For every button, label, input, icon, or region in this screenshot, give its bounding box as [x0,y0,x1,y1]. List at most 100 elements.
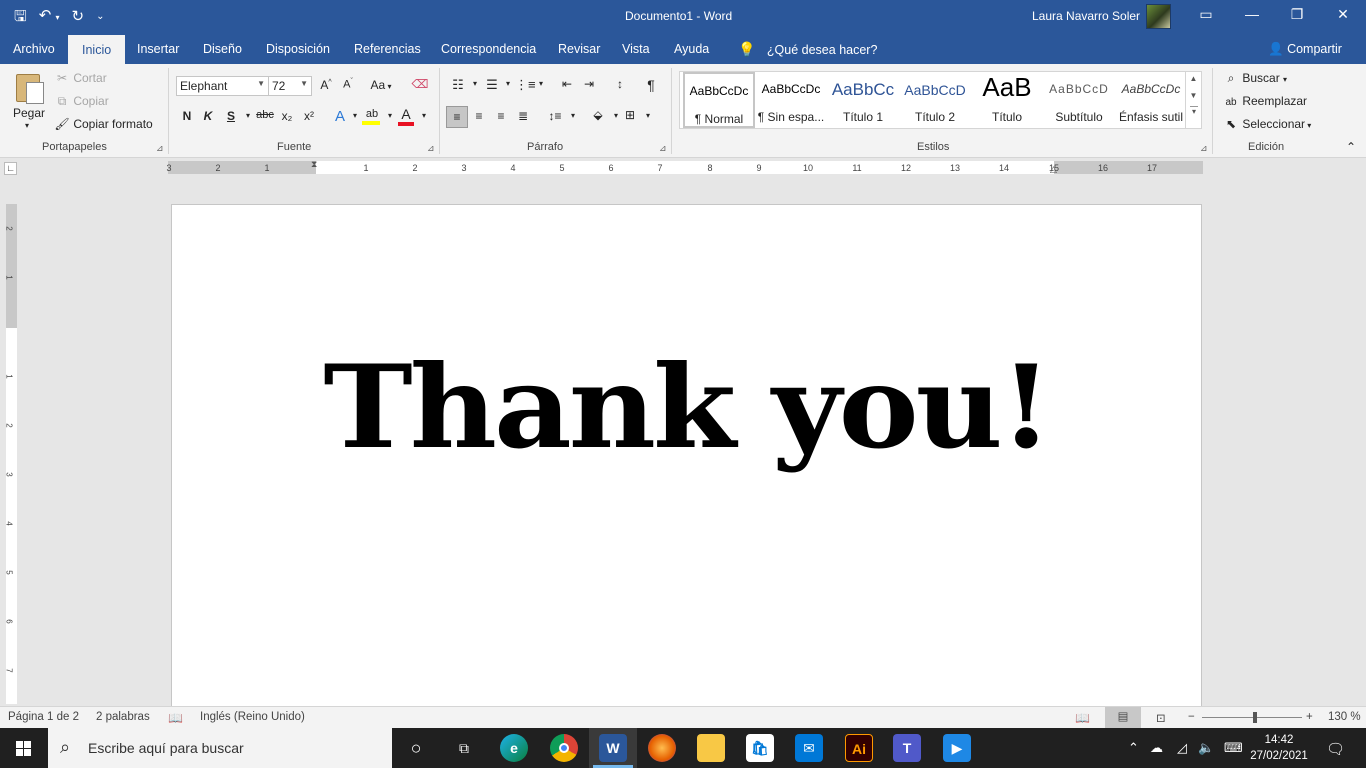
align-left-icon[interactable]: ≡ [446,106,468,128]
paste-icon[interactable] [14,72,46,104]
style-heading-1[interactable]: AaBbCc Título 1 [827,72,899,128]
line-spacing-icon[interactable]: ↕≡ [545,109,565,123]
clipboard-launcher-icon[interactable]: ⊿ [156,143,164,154]
copy-button[interactable]: ⧉ Copiar [54,94,109,109]
grow-font-icon[interactable]: A^ [316,78,336,92]
share-button[interactable]: 👤 Compartir [1268,34,1342,64]
horizontal-ruler[interactable]: 3 2 1 1 2 3 4 5 6 7 8 9 10 11 12 13 14 1… [166,159,1203,174]
style-subtitle[interactable]: AaBbCcD Subtítulo [1043,72,1115,128]
gallery-up-icon[interactable]: ▲ [1186,74,1201,83]
styles-launcher-icon[interactable]: ⊿ [1200,143,1208,154]
justify-icon[interactable]: ≣ [513,109,533,123]
italic-button[interactable]: K [198,109,218,123]
align-center-icon[interactable]: ≡ [469,109,489,123]
gallery-down-icon[interactable]: ▼ [1186,91,1201,100]
teams-icon[interactable]: T [893,734,921,762]
tab-referencias[interactable]: Referencias [352,34,423,64]
ribbon-display-options-icon[interactable]: ▭ [1196,6,1216,23]
close-button[interactable]: ✕ [1333,6,1353,23]
read-mode-icon[interactable]: 📖 [1075,711,1090,725]
format-painter-button[interactable]: 🖌 Copiar formato [54,117,152,131]
zoom-slider[interactable] [1202,717,1302,718]
style-normal[interactable]: AaBbCcDc ¶ Normal [683,72,755,128]
tab-insertar[interactable]: Insertar [135,34,181,64]
multilevel-dropdown-icon[interactable]: ▾ [531,79,551,88]
taskbar-search[interactable]: ⌕ Escribe aquí para buscar [48,728,392,768]
document-body-text[interactable]: Thank you! [172,337,1201,480]
tab-ayuda[interactable]: Ayuda [672,34,711,64]
style-no-spacing[interactable]: AaBbCcDc ¶ Sin espa... [755,72,827,128]
line-spacing-dropdown-icon[interactable]: ▾ [563,111,583,120]
font-color-icon[interactable]: A [396,106,416,126]
indent-marker-icon[interactable]: ⧗ [311,159,317,170]
page-count[interactable]: Página 1 de 2 [8,711,79,723]
web-layout-icon[interactable]: ⊡ [1156,711,1166,725]
increase-indent-icon[interactable]: ⇥ [579,77,599,91]
collapse-ribbon-icon[interactable]: ⌃ [1346,140,1356,154]
avatar[interactable] [1146,4,1171,29]
mail-icon[interactable]: ✉ [795,734,823,762]
word-icon[interactable]: W [599,734,627,762]
font-size-combo[interactable]: 72 ▼ [268,76,312,96]
notifications-icon[interactable]: 🗨 [1326,740,1345,758]
word-count[interactable]: 2 palabras [96,711,150,723]
styles-gallery-scroll[interactable]: ▲ ▼ ▾ [1185,71,1201,129]
file-explorer-icon[interactable] [697,734,725,762]
task-view-icon[interactable]: ⧉ [450,734,478,762]
store-icon[interactable]: 🛍 [746,734,774,762]
show-formatting-marks-icon[interactable]: ¶ [641,77,661,93]
volume-icon[interactable]: 🔈 [1198,740,1214,756]
tab-archivo[interactable]: Archivo [11,34,57,64]
align-right-icon[interactable]: ≡ [491,109,511,123]
select-button[interactable]: ⬉ Seleccionar ▾ [1223,117,1311,131]
onedrive-icon[interactable]: ☁ [1150,740,1163,756]
paste-button[interactable]: Pegar [13,106,45,120]
style-heading-2[interactable]: AaBbCcD Título 2 [899,72,971,128]
tab-vista[interactable]: Vista [620,34,652,64]
chrome-icon[interactable] [550,734,578,762]
shrink-font-icon[interactable]: Aˇ [338,78,358,91]
borders-dropdown-icon[interactable]: ▾ [638,111,658,120]
tab-disposicion[interactable]: Disposición [264,34,332,64]
strikethrough-button[interactable]: abc [253,109,277,121]
tab-correspondencia[interactable]: Correspondencia [439,34,538,64]
gallery-more-icon[interactable]: ▾ [1190,106,1198,116]
paragraph-launcher-icon[interactable]: ⊿ [659,143,667,154]
minimize-button[interactable]: — [1242,6,1262,22]
subscript-button[interactable]: x₂ [277,109,297,123]
network-icon[interactable]: ◿ [1177,740,1187,756]
font-name-combo[interactable]: Elephant ▼ [176,76,269,96]
borders-icon[interactable]: ⊞ [620,108,640,122]
illustrator-icon[interactable]: Ai [845,734,873,762]
keyboard-icon[interactable]: ⌨ [1224,740,1243,756]
change-case-button[interactable]: Aa ▾ [368,78,394,92]
zoom-out-icon[interactable]: − [1188,711,1195,723]
print-layout-icon[interactable]: ▤ [1105,707,1141,728]
tell-me-search[interactable]: 💡 ¿Qué desea hacer? [738,34,877,64]
redo-icon[interactable]: ↻ [72,7,85,27]
zoom-in-icon[interactable]: + [1306,711,1313,723]
tab-revisar[interactable]: Revisar [556,34,602,64]
font-launcher-icon[interactable]: ⊿ [427,143,435,154]
system-clock[interactable]: 14:42 27/02/2021 [1250,732,1308,764]
find-button[interactable]: ⌕ Buscar ▾ [1223,71,1287,86]
font-color-dropdown-icon[interactable]: ▾ [414,111,434,120]
zoom-slider-thumb[interactable] [1253,712,1257,723]
replace-button[interactable]: ab Reemplazar [1223,94,1307,108]
clear-formatting-icon[interactable]: ⌫ [410,77,430,91]
user-name[interactable]: Laura Navarro Soler [1032,9,1140,23]
shading-icon[interactable]: ⬙ [588,108,608,122]
paste-dropdown-icon[interactable]: ▾ [25,121,29,130]
sort-icon[interactable]: ↕ [610,77,630,91]
restore-button[interactable]: ❐ [1287,6,1307,23]
cut-button[interactable]: ✂ Cortar [54,71,107,85]
proofing-icon[interactable]: 📖 [168,711,183,725]
undo-icon[interactable]: ↶ ▾ [39,6,60,28]
customize-qat-icon[interactable]: ⌄ [96,7,104,27]
style-title[interactable]: AaB Título [971,72,1043,128]
style-subtle-emphasis[interactable]: AaBbCcDc Énfasis sutil [1115,72,1187,128]
firefox-icon[interactable] [648,734,676,762]
document-page[interactable]: Thank you! [171,204,1202,706]
tab-selector[interactable]: ∟ [4,162,17,175]
bold-button[interactable]: N [177,109,197,123]
